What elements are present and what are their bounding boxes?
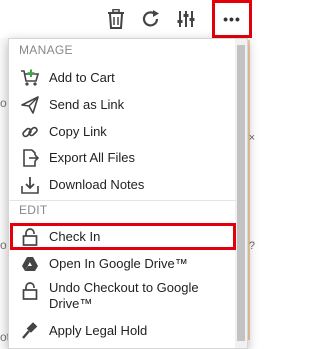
open-in-google-drive-item[interactable]: Open In Google Drive™ <box>10 253 236 275</box>
item-label: Export All Files <box>49 150 135 165</box>
item-label: Undo Checkout to Google Drive™ <box>49 280 199 311</box>
sliders-icon <box>176 9 196 29</box>
export-all-files-item[interactable]: Export All Files <box>10 147 236 169</box>
trash-icon <box>107 9 125 29</box>
scrollbar-thumb[interactable] <box>237 45 245 341</box>
download-tray-icon <box>19 176 41 194</box>
section-header-manage: MANAGE <box>19 43 73 57</box>
unlock-icon <box>19 227 41 246</box>
apply-legal-hold-item[interactable]: Apply Legal Hold <box>10 320 236 342</box>
item-label: Copy Link <box>49 124 107 139</box>
page-edge-text: × <box>248 132 255 144</box>
accent-strip <box>248 40 250 340</box>
delete-button[interactable] <box>100 3 132 35</box>
more-options-button[interactable]: ••• <box>212 0 252 38</box>
more-horizontal-icon: ••• <box>223 11 241 27</box>
paper-plane-icon <box>19 96 41 114</box>
section-divider <box>10 200 236 201</box>
refresh-button[interactable] <box>135 3 167 35</box>
actions-dropdown-menu: MANAGE Add to Cart Send as Link Copy Lin… <box>8 38 248 349</box>
section-header-edit: EDIT <box>19 203 48 217</box>
refresh-icon <box>141 9 161 29</box>
item-label: Apply Legal Hold <box>49 323 148 338</box>
gavel-icon <box>19 322 41 340</box>
page-edge-text: o <box>0 238 7 252</box>
menu-scrollbar[interactable] <box>235 39 247 348</box>
copy-link-item[interactable]: Copy Link <box>10 121 236 143</box>
link-icon <box>19 123 41 141</box>
undo-checkout-item[interactable]: Undo Checkout to Google Drive™ <box>10 280 236 316</box>
send-as-link-item[interactable]: Send as Link <box>10 94 236 116</box>
page-edge-text: ? <box>248 240 255 252</box>
item-label: Check In <box>49 228 101 244</box>
item-label: Add to Cart <box>49 70 115 85</box>
download-notes-item[interactable]: Download Notes <box>10 174 236 196</box>
check-in-item[interactable]: Check In <box>10 223 236 250</box>
filter-settings-button[interactable] <box>170 3 202 35</box>
page-edge-text: o <box>0 96 7 110</box>
add-to-cart-item[interactable]: Add to Cart <box>10 67 236 89</box>
cart-plus-icon <box>19 69 41 87</box>
google-drive-icon <box>19 255 41 273</box>
unlock-icon <box>19 282 41 300</box>
export-file-icon <box>19 149 41 167</box>
item-label: Send as Link <box>49 97 125 112</box>
toolbar: ••• <box>0 0 256 38</box>
item-label: Open In Google Drive™ <box>49 256 188 271</box>
item-label: Download Notes <box>49 177 145 192</box>
